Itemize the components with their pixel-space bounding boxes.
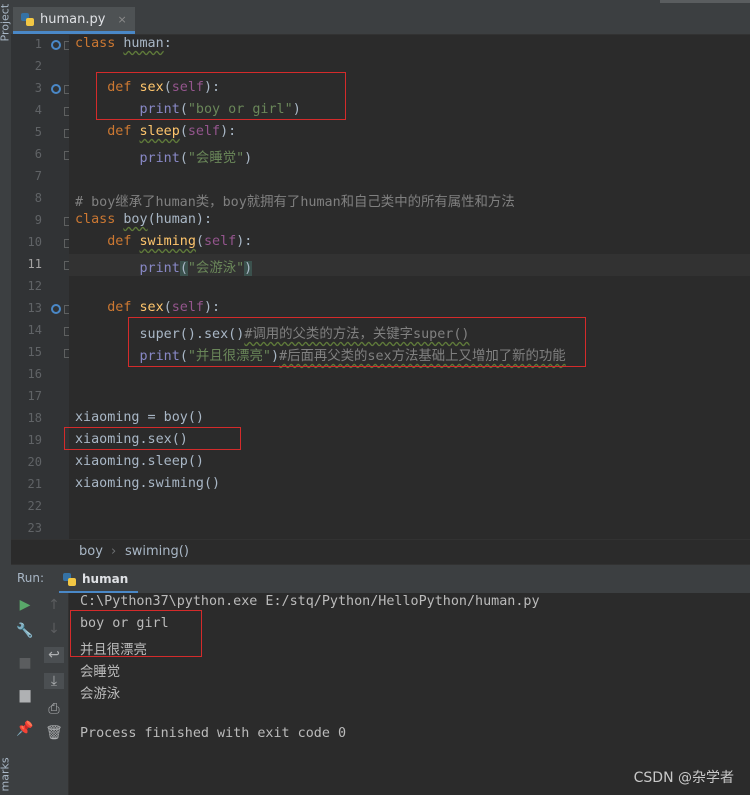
run-tool-header: Run: human bbox=[11, 564, 750, 594]
python-file-icon bbox=[21, 12, 34, 26]
soft-wrap-icon[interactable]: ↩ bbox=[44, 647, 64, 663]
down-arrow-icon[interactable]: ↓ bbox=[44, 621, 64, 637]
tab-human-py[interactable]: human.py × bbox=[13, 7, 135, 34]
print-icon[interactable]: ⎙ bbox=[44, 701, 64, 717]
run-toolbar-primary: ▶ 🔧 ■ ▆ 📌 bbox=[11, 593, 40, 795]
breadcrumb-separator: › bbox=[111, 544, 117, 559]
breadcrumb: boy › swiming() bbox=[11, 539, 750, 564]
layout-icon[interactable]: ▆ bbox=[15, 687, 35, 703]
overrides-marker-icon[interactable] bbox=[51, 304, 61, 314]
editor-gutter bbox=[11, 35, 73, 539]
code-editor[interactable] bbox=[69, 35, 750, 539]
override-marker-icon[interactable] bbox=[51, 40, 61, 50]
window-edge bbox=[660, 0, 750, 3]
tab-filename: human.py bbox=[40, 11, 106, 27]
scroll-to-end-icon[interactable]: ⤓ bbox=[44, 673, 64, 689]
breadcrumb-method[interactable]: swiming() bbox=[125, 544, 189, 559]
project-tool-label[interactable]: Project bbox=[0, 4, 12, 42]
rerun-icon[interactable]: ▶ bbox=[15, 597, 35, 613]
run-console[interactable] bbox=[69, 593, 750, 795]
up-arrow-icon[interactable]: ↑ bbox=[44, 597, 64, 613]
override-marker-icon[interactable] bbox=[51, 84, 61, 94]
python-run-icon bbox=[63, 572, 76, 586]
run-label: Run: bbox=[17, 571, 45, 585]
run-tab-label: human bbox=[82, 572, 129, 586]
run-toolbar-secondary: ↑ ↓ ↩ ⤓ ⎙ 🗑 bbox=[40, 593, 69, 795]
wrench-icon[interactable]: 🔧 bbox=[15, 623, 35, 639]
bookmarks-tool-label[interactable]: marks bbox=[0, 757, 12, 791]
close-tab-icon[interactable]: × bbox=[117, 13, 126, 26]
pin-icon[interactable]: 📌 bbox=[15, 721, 35, 737]
trash-icon[interactable]: 🗑 bbox=[44, 725, 64, 741]
editor-tab-bar: human.py × bbox=[11, 0, 750, 35]
run-tab-human[interactable]: human bbox=[59, 567, 139, 594]
current-line-highlight bbox=[69, 254, 750, 276]
watermark: CSDN @杂学者 bbox=[633, 770, 734, 786]
breadcrumb-class[interactable]: boy bbox=[79, 544, 103, 559]
stop-icon[interactable]: ■ bbox=[15, 655, 35, 671]
